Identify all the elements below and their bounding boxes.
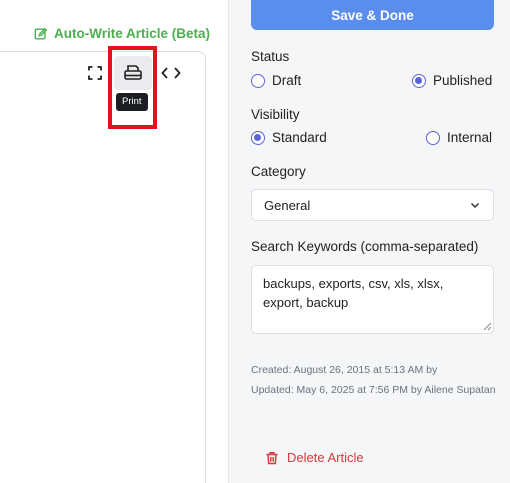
status-draft-label: Draft bbox=[272, 73, 302, 88]
visibility-standard-label: Standard bbox=[272, 130, 327, 145]
editor-area: Auto-Write Article (Beta) Print bbox=[0, 0, 228, 483]
auto-write-label: Auto-Write Article (Beta) bbox=[54, 26, 211, 41]
editor-content-box[interactable] bbox=[0, 51, 206, 483]
save-done-button[interactable]: Save & Done bbox=[251, 0, 494, 30]
updated-info: Updated: May 6, 2025 at 7:56 PM by Ailen… bbox=[251, 384, 496, 396]
fullscreen-button[interactable] bbox=[86, 64, 104, 82]
delete-article-label: Delete Article bbox=[287, 450, 364, 465]
created-info: Created: August 26, 2015 at 5:13 AM by bbox=[251, 364, 438, 376]
visibility-internal-label: Internal bbox=[447, 130, 493, 145]
auto-write-button[interactable]: Auto-Write Article (Beta) bbox=[34, 26, 210, 41]
code-view-button[interactable] bbox=[160, 64, 182, 82]
print-button[interactable] bbox=[114, 56, 152, 90]
article-settings-panel: Save & Done Status Draft Published Visib… bbox=[228, 0, 510, 483]
radio-published[interactable] bbox=[412, 73, 426, 88]
radio-draft[interactable] bbox=[251, 73, 265, 88]
category-value: General bbox=[264, 197, 311, 213]
print-tooltip: Print bbox=[116, 93, 148, 111]
visibility-internal-option[interactable]: Internal bbox=[426, 130, 492, 145]
trash-icon bbox=[266, 451, 278, 464]
chevron-down-icon bbox=[470, 202, 480, 209]
status-label: Status bbox=[251, 49, 290, 64]
delete-article-button[interactable]: Delete Article bbox=[265, 450, 364, 465]
visibility-label: Visibility bbox=[251, 107, 300, 122]
keywords-label: Search Keywords (comma-separated) bbox=[251, 239, 479, 254]
category-label: Category bbox=[251, 164, 306, 179]
code-icon bbox=[161, 67, 181, 79]
fullscreen-icon bbox=[88, 66, 102, 80]
radio-standard[interactable] bbox=[251, 130, 265, 145]
printer-icon bbox=[124, 65, 142, 80]
status-published-label: Published bbox=[433, 73, 493, 88]
category-select[interactable]: General bbox=[251, 189, 494, 221]
status-published-option[interactable]: Published bbox=[412, 73, 492, 88]
status-draft-option[interactable]: Draft bbox=[251, 73, 301, 88]
edit-note-icon bbox=[34, 27, 48, 40]
visibility-standard-option[interactable]: Standard bbox=[251, 130, 327, 145]
radio-internal[interactable] bbox=[426, 130, 440, 145]
resize-grip-icon[interactable] bbox=[483, 322, 492, 331]
keywords-textarea[interactable]: backups, exports, csv, xls, xlsx, export… bbox=[251, 265, 494, 334]
